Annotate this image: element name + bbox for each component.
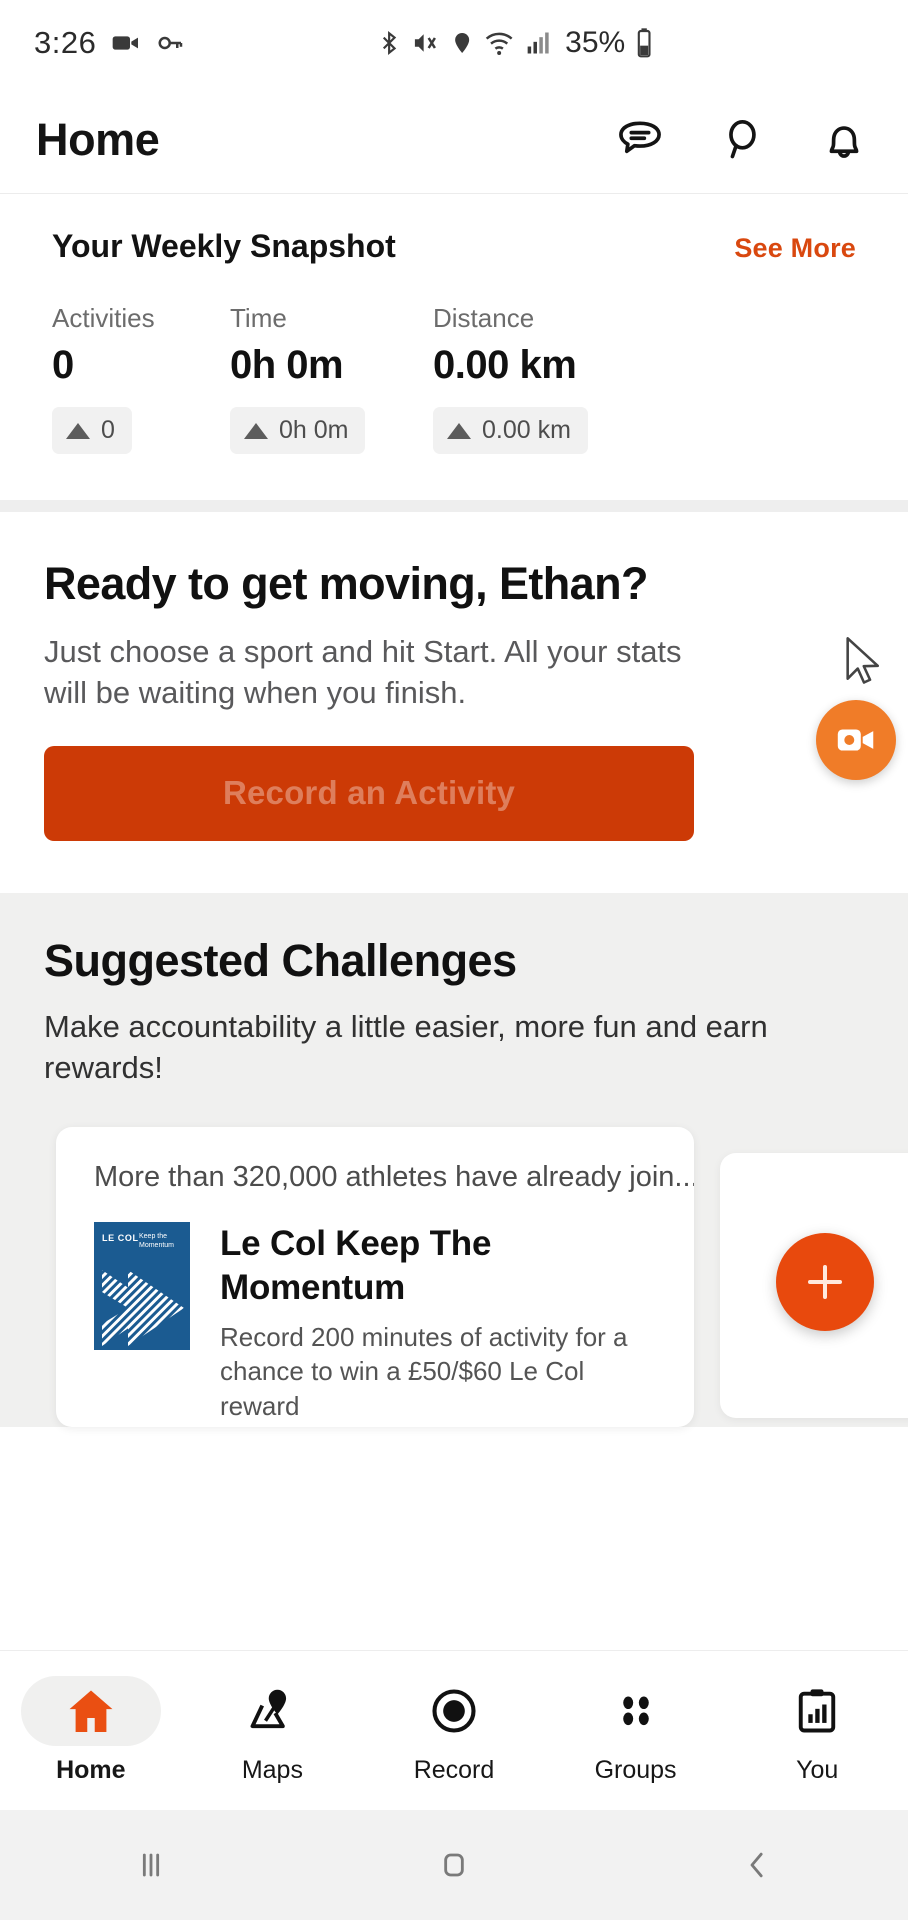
location-icon xyxy=(455,33,470,53)
nav-label: Maps xyxy=(241,1756,303,1784)
video-camera-icon xyxy=(837,729,874,751)
clipboard-chart-icon xyxy=(798,1689,836,1733)
challenge-description: Record 200 minutes of activity for a cha… xyxy=(220,1321,628,1421)
status-bar-left: 3:26 xyxy=(34,25,186,61)
status-time: 3:26 xyxy=(34,25,97,60)
weekly-snapshot-section: Your Weekly Snapshot See More Activities… xyxy=(0,194,908,500)
record-activity-button[interactable]: Record an Activity xyxy=(44,745,694,841)
nav-item-record[interactable]: Record xyxy=(363,1676,545,1785)
challenge-card-body: LE COL Keep the Momentum Le Col Keep The… xyxy=(94,1221,664,1424)
stat-distance: Distance 0.00 km 0.00 km xyxy=(433,303,588,454)
stat-delta-badge: 0h 0m xyxy=(230,407,366,454)
status-bar-right: 35% xyxy=(376,26,654,60)
challenges-subtitle: Make accountability a little easier, mor… xyxy=(44,1008,768,1085)
nav-icon-wrap xyxy=(747,1676,887,1746)
triangle-up-icon xyxy=(66,422,90,439)
snapshot-title: Your Weekly Snapshot xyxy=(52,228,396,264)
challenges-heading: Suggested Challenges xyxy=(44,934,517,986)
stat-value: 0h 0m xyxy=(230,343,344,387)
stat-label: Time xyxy=(230,303,287,333)
ready-spacer xyxy=(44,841,864,893)
groups-dots-icon xyxy=(622,1696,649,1726)
ready-heading: Ready to get moving, Ethan? xyxy=(44,558,648,609)
stat-activities: Activities 0 0 xyxy=(52,303,230,454)
challenge-logo: LE COL Keep the Momentum xyxy=(94,1221,190,1350)
nav-label: Groups xyxy=(594,1756,677,1784)
challenge-title: Le Col Keep The Momentum xyxy=(220,1223,492,1307)
battery-percent: 35% xyxy=(565,26,626,59)
record-circle-icon xyxy=(432,1689,476,1733)
challenge-card-rail: More than 320,000 athletes have already … xyxy=(44,1126,908,1427)
stat-label: Activities xyxy=(52,303,155,333)
stat-delta-value: 0 xyxy=(101,416,115,444)
mouse-cursor xyxy=(846,637,880,684)
snapshot-header: Your Weekly Snapshot See More xyxy=(52,228,856,265)
bottom-navigation: Home Maps Record Groups You xyxy=(0,1650,908,1810)
nav-item-groups[interactable]: Groups xyxy=(545,1676,727,1785)
nav-label: Home xyxy=(56,1756,126,1784)
see-more-link[interactable]: See More xyxy=(734,233,856,264)
bluetooth-icon xyxy=(382,30,397,56)
nav-icon-wrap xyxy=(20,1676,161,1746)
page-title: Home xyxy=(36,113,160,165)
header-actions xyxy=(614,114,874,166)
recents-button[interactable] xyxy=(0,1845,303,1885)
home-icon xyxy=(69,1690,113,1732)
nav-label: You xyxy=(796,1756,839,1784)
nav-icon-wrap xyxy=(566,1676,706,1746)
nav-item-you[interactable]: You xyxy=(726,1676,908,1785)
challenge-card[interactable]: More than 320,000 athletes have already … xyxy=(56,1126,694,1427)
video-camera-icon xyxy=(113,36,139,50)
battery-icon xyxy=(637,28,651,58)
triangle-up-icon xyxy=(447,422,471,439)
phone-screen: 3:26 35% Home Your Weekly Snapshot See M… xyxy=(0,0,908,1920)
challenge-card-lead: More than 320,000 athletes have already … xyxy=(94,1160,694,1193)
stat-value: 0 xyxy=(52,343,74,387)
suggested-challenges-section: Suggested Challenges Make accountability… xyxy=(0,892,908,1427)
home-square-icon xyxy=(444,1853,464,1877)
ready-section: Ready to get moving, Ethan? Just choose … xyxy=(0,512,908,893)
stat-delta-badge: 0.00 km xyxy=(433,407,588,454)
video-record-fab[interactable] xyxy=(816,700,896,780)
map-pin-icon xyxy=(250,1689,287,1729)
stat-delta-value: 0.00 km xyxy=(482,416,571,444)
challenge-card-text: Le Col Keep The Momentum Record 200 minu… xyxy=(220,1222,664,1424)
stat-time: Time 0h 0m 0h 0m xyxy=(230,303,433,454)
cellular-signal-icon xyxy=(527,32,549,54)
nav-item-home[interactable]: Home xyxy=(0,1676,182,1785)
stat-delta-value: 0h 0m xyxy=(279,416,349,444)
bell-icon[interactable] xyxy=(818,114,870,166)
section-divider xyxy=(0,500,908,512)
add-challenge-fab[interactable] xyxy=(776,1232,874,1331)
chat-icon[interactable] xyxy=(614,114,666,166)
wifi-icon xyxy=(485,32,513,55)
recents-icon xyxy=(143,1853,160,1877)
ready-body: Just choose a sport and hit Start. All y… xyxy=(44,634,682,710)
triangle-up-icon xyxy=(244,422,268,439)
app-header: Home xyxy=(0,86,908,194)
system-navigation-bar xyxy=(0,1810,908,1920)
logo-tagline-text: Keep the Momentum xyxy=(139,1232,175,1249)
mute-vibrate-icon xyxy=(414,34,436,52)
plus-icon xyxy=(808,1264,842,1299)
logo-brand-text: LE COL xyxy=(102,1232,139,1243)
snapshot-stats: Activities 0 0 Time 0h 0m 0h 0m Distance… xyxy=(52,303,856,454)
stat-delta-badge: 0 xyxy=(52,407,132,454)
nav-icon-wrap xyxy=(202,1676,342,1746)
stat-label: Distance xyxy=(433,303,535,333)
key-icon xyxy=(158,36,183,50)
nav-item-maps[interactable]: Maps xyxy=(182,1676,364,1785)
nav-icon-wrap xyxy=(384,1676,524,1746)
chevron-stripes-icon xyxy=(102,1269,184,1346)
nav-label: Record xyxy=(413,1756,495,1784)
back-button[interactable] xyxy=(605,1845,908,1885)
search-icon[interactable] xyxy=(716,114,768,166)
home-button[interactable] xyxy=(303,1845,606,1885)
back-chevron-icon xyxy=(750,1852,763,1878)
status-bar: 3:26 35% xyxy=(0,0,908,86)
stat-value: 0.00 km xyxy=(433,343,577,387)
